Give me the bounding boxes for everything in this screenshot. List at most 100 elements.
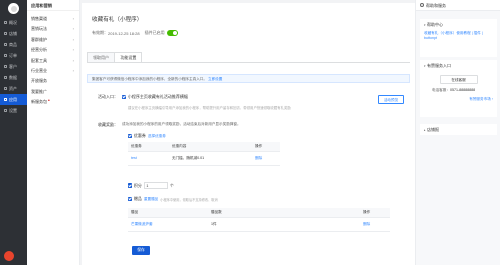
gift-table-header: 赠品 赠品数 操作 xyxy=(128,208,390,218)
gift-checkbox[interactable] xyxy=(128,196,133,202)
subnav-item-tools[interactable]: 配套工具 › xyxy=(27,56,79,66)
column-header: 赠品数 xyxy=(208,208,360,218)
service-title[interactable]: ▾ 有赞服务入口 xyxy=(420,60,497,69)
subnav-item-label: 经营分析 xyxy=(31,47,47,53)
sidebar-item-label: 店铺 xyxy=(9,30,17,36)
table-row: test 无门槛，随机减0.01 删除 xyxy=(128,151,280,166)
table-row: 芒果微波炉套 1件 删除 xyxy=(128,217,390,232)
coupon-name-link[interactable]: test xyxy=(131,156,137,160)
help-center-card: ▾ 帮助中心 收藏有礼（小程序）使用教程 | 插件 | buttonpt xyxy=(420,19,497,57)
gift-name-link[interactable]: 芒果微波炉套 xyxy=(131,222,153,226)
chevron-right-icon: › xyxy=(72,47,74,53)
subnav-item-analytics[interactable]: 经营分析 › xyxy=(27,45,79,55)
service-market-link[interactable]: 有赞服务市场 › xyxy=(420,93,497,102)
chevron-right-icon: › xyxy=(72,36,74,42)
tab-divider xyxy=(87,62,410,63)
help-panel-header: 帮助和服务 xyxy=(416,0,500,11)
subnav-item-promote[interactable]: 我要推广 xyxy=(27,87,79,97)
chevron-right-icon: › xyxy=(72,67,74,73)
assets-icon xyxy=(4,87,7,90)
report-title[interactable]: ▸ 店铺报 xyxy=(420,124,497,133)
column-header: 操作 xyxy=(252,142,280,152)
reward-description: 成功添加我的小程序的用户领取奖励，活动结束后对新用户显示奖励弹窗。 xyxy=(122,122,241,126)
tab-claimed-users[interactable]: 领取用户 xyxy=(87,52,115,63)
sidebar-item-orders[interactable]: 订单 xyxy=(0,50,27,61)
plugin-status: 插件已启用 xyxy=(144,30,165,35)
store-icon xyxy=(4,32,7,35)
help-center-title[interactable]: ▾ 帮助中心 xyxy=(420,19,497,28)
save-button[interactable]: 保存 xyxy=(132,246,150,255)
sidebar-item-customers[interactable]: 客户 xyxy=(0,61,27,72)
tab-bar: 领取用户 功能设置 xyxy=(87,52,143,63)
help-center-title-text: 帮助中心 xyxy=(427,22,444,27)
points-checkbox[interactable] xyxy=(128,183,133,188)
subnav-item-open-services[interactable]: 开放服务 xyxy=(27,76,79,86)
sidebar-item-goods[interactable]: 商品 xyxy=(0,39,27,50)
tab-settings[interactable]: 功能设置 xyxy=(114,52,143,63)
customers-icon xyxy=(4,65,7,68)
subnav-item-new-package[interactable]: 新服务包 • xyxy=(27,97,79,107)
sidebar-item-assets[interactable]: 资产 xyxy=(0,83,27,94)
sidebar-item-label: 资产 xyxy=(9,85,17,91)
gift-checkbox-label: 赠品 xyxy=(133,196,142,201)
subnav-item-marketing[interactable]: 营销玩法 › xyxy=(27,24,79,34)
entry-checkbox[interactable] xyxy=(122,94,127,100)
sidebar-item-label: 商品 xyxy=(9,41,17,47)
chevron-right-icon: › xyxy=(72,26,74,32)
sidebar-item-data[interactable]: 数据 xyxy=(0,72,27,83)
validity-label: 有效期： xyxy=(92,30,108,35)
points-input[interactable]: 1 xyxy=(143,182,168,189)
sidebar-item-label: 设置 xyxy=(9,107,17,113)
phone-label: 电话客服： xyxy=(432,88,450,92)
subnav-item-label: 我要推广 xyxy=(31,88,47,94)
subnav-item-label: 开放服务 xyxy=(31,78,47,84)
user-avatar[interactable] xyxy=(4,251,14,261)
notice-link[interactable]: 立即设置 xyxy=(208,77,222,81)
chevron-right-icon: › xyxy=(72,57,74,63)
subnav-item-industry[interactable]: 行业营业 › xyxy=(27,66,79,76)
coupon-table-header: 优惠券 优惠内容 操作 xyxy=(128,142,280,152)
gift-name: 芒果微波炉套 xyxy=(128,217,208,232)
delete-coupon-link[interactable]: 删除 xyxy=(255,156,262,160)
column-header: 操作 xyxy=(360,208,390,218)
chevron-right-icon: › xyxy=(72,16,74,21)
service-card: ▾ 有赞服务入口 在线客服 电话客服：0571-88888888 有赞服务市场 › xyxy=(420,60,497,117)
coupon-table: 优惠券 优惠内容 操作 test 无门槛，随机减0.01 删除 xyxy=(128,142,280,166)
plugin-toggle[interactable] xyxy=(166,30,178,36)
subnav-item-label: 客群维护 xyxy=(31,36,47,42)
collapse-icon: ▾ xyxy=(424,64,426,68)
page-title: 收藏有礼（小程序） xyxy=(92,17,143,23)
online-service-button[interactable]: 在线客服 xyxy=(439,75,478,84)
coupon-content: 无门槛，随机减0.01 xyxy=(169,151,252,166)
sidebar-item-apps[interactable]: 应用 xyxy=(0,94,27,105)
help-icon xyxy=(420,3,424,7)
notice-banner: 集团客户可获得微信小程序中添加我的小程序，全新的小程序主真入口。 立即设置 xyxy=(87,74,410,83)
sidebar-item-settings[interactable]: 设置 xyxy=(0,105,27,116)
subnav-item-customer-care[interactable]: 客群维护 › xyxy=(27,35,79,45)
service-title-text: 有赞服务入口 xyxy=(427,63,452,68)
gift-count: 1件 xyxy=(208,217,360,232)
notice-text: 集团客户可获得微信小程序中添加我的小程序，全新的小程序主真入口。 xyxy=(92,77,207,81)
report-title-text: 店铺报 xyxy=(427,127,440,132)
coupon-checkbox[interactable] xyxy=(128,133,133,139)
delete-gift-link[interactable]: 删除 xyxy=(363,222,370,226)
coupon-name: test xyxy=(128,151,169,166)
data-icon xyxy=(4,76,7,79)
select-coupon-link[interactable]: 选择优惠券 xyxy=(148,134,166,139)
coupon-checkbox-label: 优惠券 xyxy=(133,133,146,138)
tutorial-link[interactable]: 收藏有礼（小程序）使用教程 | 插件 | buttonpt xyxy=(420,28,497,43)
store-logo[interactable] xyxy=(8,3,19,14)
sidebar-item-store[interactable]: 店铺 xyxy=(0,28,27,39)
help-panel: 帮助和服务 ▾ 帮助中心 收藏有礼（小程序）使用教程 | 插件 | buttonp… xyxy=(415,0,500,265)
reset-gift-link[interactable]: 重置赠品 xyxy=(144,197,158,202)
help-panel-title: 帮助和服务 xyxy=(426,2,446,8)
gift-table: 赠品 赠品数 操作 芒果微波炉套 1件 删除 xyxy=(128,208,390,232)
preview-button[interactable]: 活动预览 xyxy=(378,95,404,104)
plugin-meta: 有效期： 2019-12-25 18:28 插件已启用 xyxy=(92,30,178,36)
orders-icon xyxy=(4,54,7,57)
entry-option[interactable]: 小程序主页收藏有礼活动推荐横幅 xyxy=(122,94,188,100)
new-badge: • xyxy=(48,98,50,105)
goods-icon xyxy=(4,43,7,46)
sidebar-item-overview[interactable]: 概况 xyxy=(0,17,27,28)
subnav-item-sales-channels[interactable]: 销售渠道 › xyxy=(27,14,79,24)
